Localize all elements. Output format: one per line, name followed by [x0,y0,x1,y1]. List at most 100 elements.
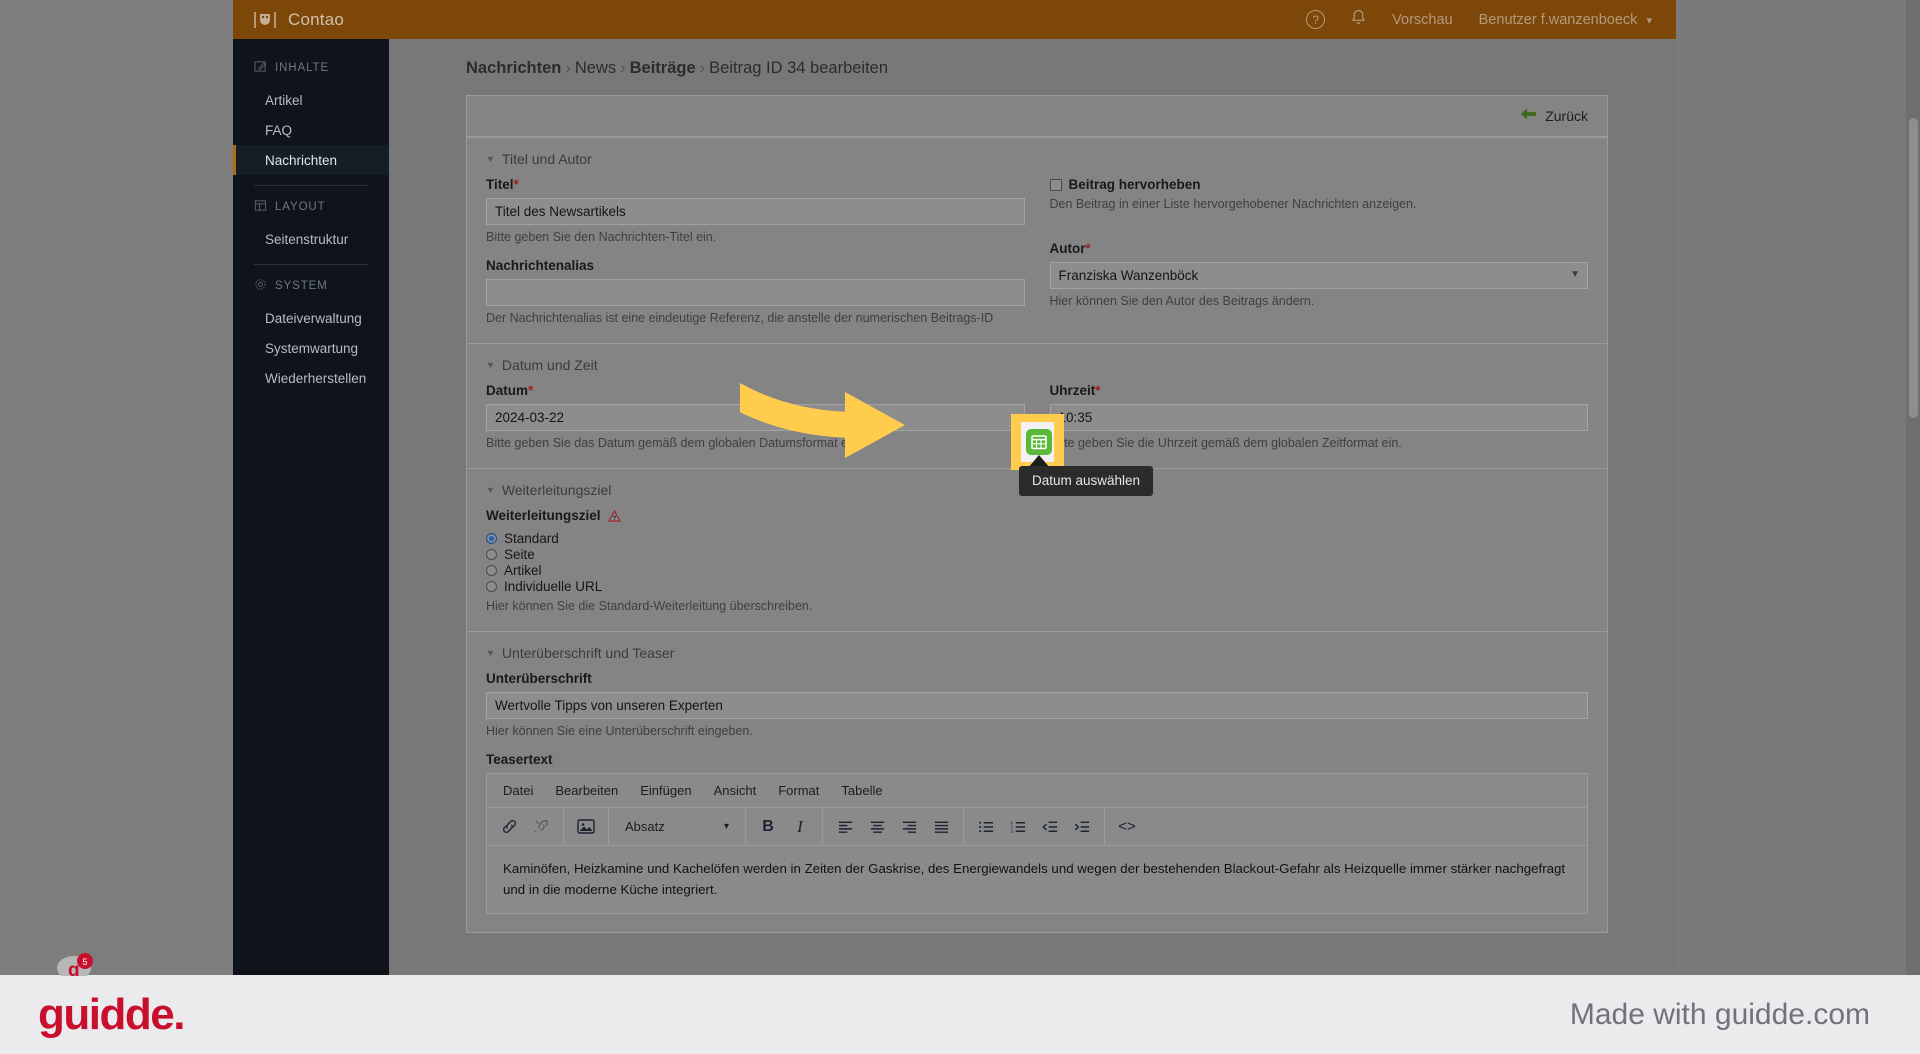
format-select[interactable]: Absatz ▾ [617,814,737,840]
radio-artikel[interactable]: Artikel [486,563,1025,578]
calendar-picker-icon[interactable] [1026,429,1052,455]
menu-datei[interactable]: Datei [503,783,533,798]
bold-icon[interactable]: B [754,814,782,840]
sub-hint: Hier können Sie eine Unterüberschrift ei… [486,724,753,738]
form-col-left: Titel* Bitte geben Sie den Nachrichten-T… [486,177,1025,325]
align-justify-icon[interactable] [927,814,955,840]
radio-label: Individuelle URL [504,579,603,594]
align-right-icon[interactable] [895,814,923,840]
legend-label: Weiterleitungsziel [501,482,612,498]
fieldset-legend[interactable]: ▼ Unterüberschrift und Teaser [467,632,1607,671]
unterueberschrift-block: Unterüberschrift Hier können Sie eine Un… [467,671,1607,915]
sub-input[interactable] [486,692,1588,719]
triangle-down-icon: ▼ [486,485,495,495]
sidebar-item-nachrichten[interactable]: Nachrichten [233,145,389,175]
sidebar-item-wiederherstellen[interactable]: Wiederherstellen [233,363,389,393]
titel-input[interactable] [486,198,1025,225]
sidebar-group-label: SYSTEM [275,280,328,292]
radio-seite[interactable]: Seite [486,547,1025,562]
outdent-icon[interactable] [1036,814,1064,840]
required-marker: * [528,383,534,398]
fieldset-unterueberschrift: ▼ Unterüberschrift und Teaser Unterübers… [467,631,1607,932]
sidebar-item-seitenstruktur[interactable]: Seitenstruktur [233,224,389,254]
radio-standard[interactable]: Standard [486,531,1025,546]
warning-triangle-icon[interactable]: ? [608,509,622,525]
menu-bearbeiten[interactable]: Bearbeiten [555,783,618,798]
breadcrumb-item-2[interactable]: News [575,59,616,77]
form-col-right: Beitrag hervorheben Den Beitrag in einer… [1049,177,1589,325]
teaser-label: Teasertext [486,752,553,767]
autor-select-wrap: ▼ [1049,262,1588,289]
sidebar-divider-2 [254,264,368,265]
radio-icon-selected[interactable] [486,533,497,544]
edit-form-panel: Zurück ▼ Titel und Autor Titel* Titel de… [466,95,1608,934]
pencil-square-icon [254,60,267,76]
datum-label-text: Datum [486,383,529,398]
titel-label-text: Titel [486,177,514,192]
indent-icon[interactable] [1068,814,1096,840]
sidebar-item-artikel[interactable]: Artikel [233,85,389,115]
highlight-checkbox-row[interactable]: Beitrag hervorheben [1049,177,1589,192]
autor-label: Autor* [1050,241,1589,256]
main-content: Nachrichten › News › Beiträge › Beitrag ID 34 … [389,39,1676,975]
numbered-list-icon[interactable]: 123 [1004,814,1032,840]
preview-link[interactable]: Vorschau [1392,12,1452,28]
screenshot-root: Contao ? Vorschau Benutzer f.wanzenboeck… [0,0,1920,1054]
format-select-value: Absatz [625,819,665,834]
fieldset-legend[interactable]: ▼ Datum und Zeit [467,344,1607,383]
panel-header: Zurück [467,96,1607,137]
chevron-down-icon: ▾ [1646,14,1652,27]
titel-hint: Bitte geben Sie den Nachrichten-Titel ei… [486,230,717,244]
editor-body[interactable]: Kaminöfen, Heizkamine und Kachelöfen wer… [487,846,1587,913]
radio-icon[interactable] [486,565,497,576]
legend-label: Unterüberschrift und Teaser [501,645,675,661]
source-code-icon[interactable]: <> [1113,814,1141,840]
bell-icon[interactable] [1351,9,1366,31]
menu-einfuegen[interactable]: Einfügen [640,783,691,798]
left-gutter [0,0,233,975]
sidebar-group-label: LAYOUT [275,201,326,213]
breadcrumb-item-1[interactable]: Nachrichten [466,59,561,77]
sidebar-item-faq[interactable]: FAQ [233,115,389,145]
breadcrumb-sep: › [565,59,571,77]
weiterleitungsziel-hint: Hier können Sie die Standard-Weiterleitu… [486,599,813,613]
menu-ansicht[interactable]: Ansicht [714,783,757,798]
radio-label: Artikel [504,563,542,578]
sidebar-item-dateiverwaltung[interactable]: Dateiverwaltung [233,303,389,333]
align-center-icon[interactable] [863,814,891,840]
guidde-logo: guidde. [38,989,185,1039]
align-left-icon[interactable] [831,814,859,840]
fieldset-legend[interactable]: ▼ Titel und Autor [467,138,1607,177]
required-marker: * [1085,241,1091,256]
required-marker: * [1095,383,1101,398]
bullet-list-icon[interactable] [972,814,1000,840]
back-button[interactable]: Zurück [1520,107,1588,125]
italic-icon[interactable]: I [786,814,814,840]
user-menu[interactable]: Benutzer f.wanzenboeck ▾ [1479,12,1652,28]
autor-hint: Hier können Sie den Autor des Beitrags ä… [1049,294,1315,308]
alias-input[interactable] [486,279,1025,306]
back-button-label: Zurück [1545,108,1588,124]
uhrzeit-input[interactable] [1049,404,1588,431]
menu-format[interactable]: Format [778,783,819,798]
menu-tabelle[interactable]: Tabelle [841,783,882,798]
guidde-made-with: Made with guidde.com [1569,997,1870,1031]
unlink-icon[interactable] [527,814,555,840]
radio-icon[interactable] [486,581,497,592]
help-circle-icon[interactable]: ? [1306,10,1326,29]
scrollbar-thumb[interactable] [1909,118,1918,418]
breadcrumb-item-3[interactable]: Beiträge [630,59,696,77]
page-scrollbar[interactable] [1906,0,1920,975]
autor-select[interactable] [1049,262,1588,289]
sidebar-group-label: INHALTE [275,62,330,74]
radio-individuelle-url[interactable]: Individuelle URL [486,579,1025,594]
sidebar-item-systemwartung[interactable]: Systemwartung [233,333,389,363]
image-icon[interactable] [572,814,600,840]
required-marker: * [513,177,519,192]
radio-icon[interactable] [486,549,497,560]
sub-label: Unterüberschrift [486,671,592,686]
link-icon[interactable] [495,814,523,840]
checkbox-icon[interactable] [1049,178,1062,191]
chevron-down-icon: ▾ [723,821,729,832]
brand[interactable]: Contao [253,10,344,30]
